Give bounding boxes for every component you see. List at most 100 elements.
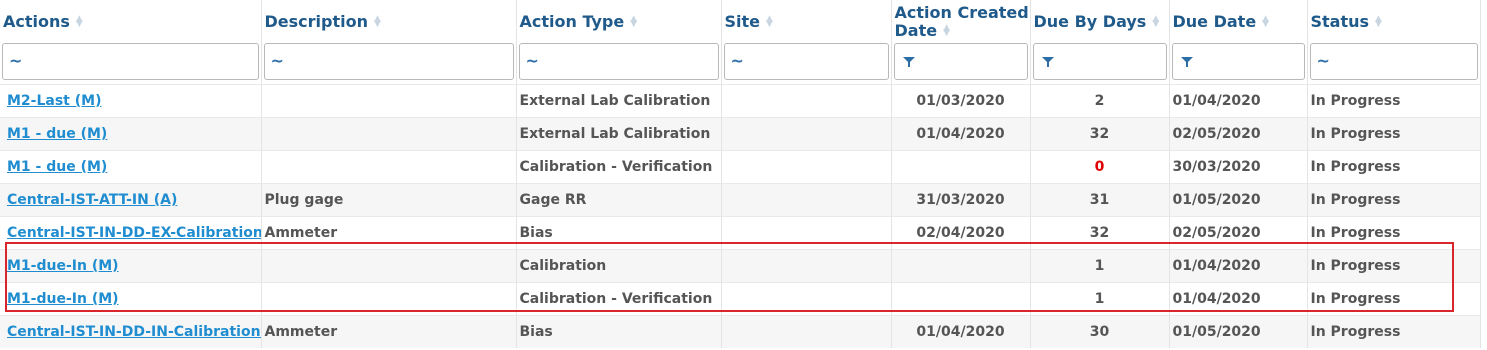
action-link[interactable]: M2-Last (M): [3, 93, 101, 109]
table-row[interactable]: M2-Last (M) External Lab Calibration 01/03…: [0, 84, 1481, 118]
action-link[interactable]: Central-IST-ATT-IN (A): [3, 192, 177, 208]
cell-action-type: External Lab Calibration: [516, 117, 722, 151]
filter-description-input[interactable]: ~: [263, 43, 514, 80]
cell-action: Central-IST-ATT-IN (A): [0, 183, 262, 217]
cell-created-date: [891, 150, 1031, 184]
cell-description: Plug gage: [261, 183, 517, 217]
table-row[interactable]: Central-IST-ATT-IN (A) Plug gage Gage RR 31…: [0, 183, 1481, 217]
actions-grid: Actions ▲ ▼ Description ▲ ▼ Action Type ▲ ▼ Si…: [0, 0, 1481, 348]
contains-filter-icon[interactable]: ~: [9, 51, 22, 70]
cell-created-date-text: 01/04/2020: [916, 324, 1005, 340]
cell-action-type: Calibration: [516, 249, 722, 283]
action-link[interactable]: M1 - due (M): [3, 159, 107, 175]
cell-description: [261, 84, 517, 118]
cell-due-by-days-text: 2: [1094, 93, 1105, 109]
cell-status: In Progress: [1307, 315, 1481, 348]
header-status[interactable]: Status ▲ ▼: [1307, 0, 1481, 43]
cell-due-by-days: 32: [1030, 117, 1170, 151]
cell-action-type: Gage RR: [516, 183, 722, 217]
filter-due-date-input[interactable]: [1171, 43, 1305, 80]
filter-due-by-days-input[interactable]: [1032, 43, 1167, 80]
contains-filter-icon[interactable]: ~: [731, 51, 744, 70]
cell-created-date: 01/04/2020: [891, 117, 1031, 151]
cell-due-by-days-text: 30: [1089, 324, 1110, 340]
sort-icon[interactable]: ▲ ▼: [766, 15, 773, 29]
cell-status: In Progress: [1307, 183, 1481, 217]
cell-site: [721, 183, 892, 217]
cell-site: [721, 216, 892, 250]
cell-created-date: [891, 249, 1031, 283]
sort-icon[interactable]: ▲ ▼: [1262, 15, 1269, 29]
cell-due-date: 01/05/2020: [1169, 315, 1308, 348]
cell-site: [721, 282, 892, 316]
cell-due-by-days-text: 32: [1089, 225, 1110, 241]
cell-due-date-text: 01/05/2020: [1172, 324, 1261, 340]
cell-status: In Progress: [1307, 216, 1481, 250]
header-due-by-days[interactable]: Due By Days ▲ ▼: [1030, 0, 1170, 43]
table-row[interactable]: M1-due-In (M) Calibration - Verification 1…: [0, 282, 1481, 316]
header-site[interactable]: Site ▲ ▼: [721, 0, 892, 43]
cell-created-date: [891, 282, 1031, 316]
funnel-filter-icon[interactable]: [1180, 57, 1193, 67]
contains-filter-icon[interactable]: ~: [271, 51, 284, 70]
cell-status-text: In Progress: [1310, 225, 1401, 241]
contains-filter-icon[interactable]: ~: [1317, 51, 1330, 70]
action-link[interactable]: Central-IST-IN-DD-IN-Calibration-D: [3, 324, 260, 340]
sort-icon[interactable]: ▲ ▼: [76, 15, 83, 29]
cell-due-date: 01/05/2020: [1169, 183, 1308, 217]
contains-filter-icon[interactable]: ~: [526, 51, 539, 70]
table-row[interactable]: Central-IST-IN-DD-EX-Calibration-D Ammete…: [0, 216, 1481, 250]
header-row: Actions ▲ ▼ Description ▲ ▼ Action Type ▲ ▼ Si…: [0, 0, 1481, 43]
cell-action-type-text: External Lab Calibration: [519, 126, 711, 142]
sort-icon[interactable]: ▲ ▼: [1375, 15, 1382, 29]
header-action-type[interactable]: Action Type ▲ ▼: [516, 0, 722, 43]
action-link[interactable]: M1 - due (M): [3, 126, 107, 142]
cell-due-date-text: 01/05/2020: [1172, 192, 1261, 208]
table-row[interactable]: Central-IST-IN-DD-IN-Calibration-D Ammete…: [0, 315, 1481, 348]
cell-due-date-text: 01/04/2020: [1172, 258, 1261, 274]
cell-created-date: 31/03/2020: [891, 183, 1031, 217]
cell-due-date-text: 01/04/2020: [1172, 291, 1261, 307]
sort-icon[interactable]: ▲ ▼: [374, 15, 381, 29]
cell-created-date-text: 01/03/2020: [916, 93, 1005, 109]
table-row[interactable]: M1 - due (M) External Lab Calibration 01/0…: [0, 117, 1481, 151]
cell-description: Ammeter: [261, 315, 517, 348]
funnel-filter-icon[interactable]: [1041, 57, 1054, 67]
filter-actions-input[interactable]: ~: [2, 43, 259, 80]
cell-due-date-text: 01/04/2020: [1172, 93, 1261, 109]
cell-status-text: In Progress: [1310, 126, 1401, 142]
cell-status: In Progress: [1307, 282, 1481, 316]
filter-created-date-input[interactable]: [893, 43, 1028, 80]
filter-status-input[interactable]: ~: [1309, 43, 1478, 80]
header-actions[interactable]: Actions ▲ ▼: [0, 0, 262, 43]
cell-description: Ammeter: [261, 216, 517, 250]
action-link[interactable]: Central-IST-IN-DD-EX-Calibration-D: [3, 225, 260, 241]
table-row[interactable]: M1-due-In (M) Calibration 1 01/04/2020 In Pr…: [0, 249, 1481, 283]
sort-icon[interactable]: ▲ ▼: [943, 24, 950, 38]
cell-due-by-days: 31: [1030, 183, 1170, 217]
cell-description: [261, 150, 517, 184]
header-description[interactable]: Description ▲ ▼: [261, 0, 517, 43]
cell-status-text: In Progress: [1310, 192, 1401, 208]
action-link[interactable]: M1-due-In (M): [3, 258, 119, 274]
cell-action-type-text: Calibration: [519, 258, 607, 274]
filter-action-type-input[interactable]: ~: [518, 43, 719, 80]
header-due-date[interactable]: Due Date ▲ ▼: [1169, 0, 1308, 43]
cell-action-type: Bias: [516, 315, 722, 348]
filter-site-input[interactable]: ~: [723, 43, 889, 80]
cell-status-text: In Progress: [1310, 93, 1401, 109]
cell-action-type-text: Gage RR: [519, 192, 587, 208]
table-row[interactable]: M1 - due (M) Calibration - Verification 0 3…: [0, 150, 1481, 184]
cell-due-by-days: 1: [1030, 249, 1170, 283]
action-link[interactable]: M1-due-In (M): [3, 291, 119, 307]
cell-action-type-text: Bias: [519, 324, 553, 340]
sort-icon[interactable]: ▲ ▼: [630, 15, 637, 29]
sort-icon[interactable]: ▲ ▼: [1152, 15, 1159, 29]
funnel-filter-icon[interactable]: [902, 57, 915, 67]
header-action-created-date[interactable]: Action Created Date ▲ ▼: [891, 0, 1031, 43]
cell-site: [721, 249, 892, 283]
cell-status: In Progress: [1307, 150, 1481, 184]
cell-action: M1 - due (M): [0, 150, 262, 184]
cell-status-text: In Progress: [1310, 159, 1401, 175]
cell-action: M1 - due (M): [0, 117, 262, 151]
